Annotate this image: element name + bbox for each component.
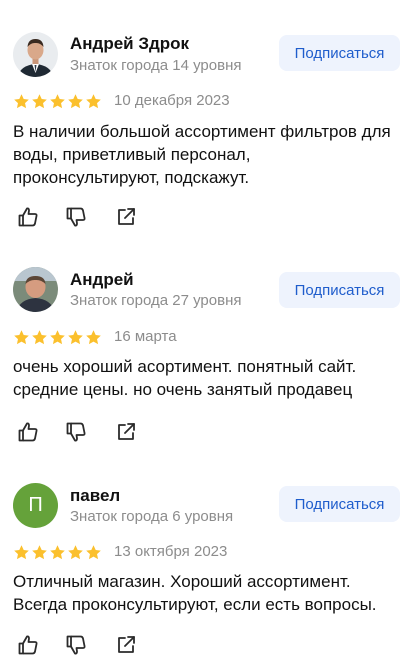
thumbs-up-icon (18, 635, 38, 655)
star-icon (68, 545, 83, 560)
star-icon (86, 545, 101, 560)
author-name[interactable]: павел (70, 486, 120, 506)
share-icon (118, 636, 135, 653)
avatar-letter: П (28, 494, 43, 516)
review-text: Отличный магазин. Хороший ассортимент. В… (13, 572, 377, 614)
review-date: 13 октября 2023 (114, 543, 228, 560)
like-button[interactable] (14, 631, 42, 659)
star-icon (50, 545, 65, 560)
star-icon (14, 545, 29, 560)
review-card: П павел Знаток города 6 уровня Подписать… (0, 0, 403, 660)
rating-stars (13, 544, 102, 561)
star-icon (32, 545, 47, 560)
dislike-button[interactable] (62, 631, 90, 659)
subscribe-button[interactable]: Подписаться (279, 486, 400, 522)
thumbs-down-icon (66, 635, 86, 655)
author-level: Знаток города 6 уровня (70, 508, 234, 525)
share-button[interactable] (112, 631, 140, 659)
avatar[interactable]: П (13, 483, 58, 528)
